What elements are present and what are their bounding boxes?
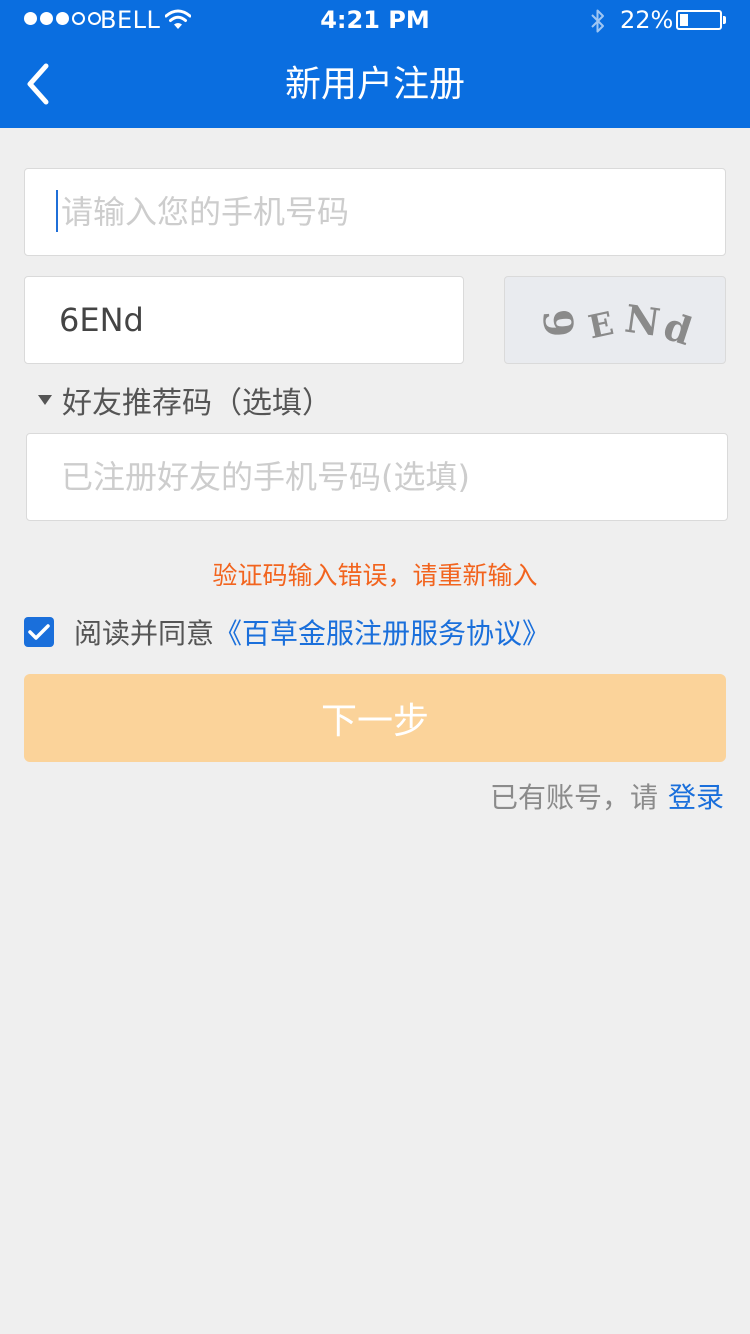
checkmark-icon <box>28 624 50 640</box>
referral-field[interactable] <box>26 433 728 521</box>
captcha-char: N <box>622 296 663 345</box>
agreement-prefix: 阅读并同意 <box>74 617 215 650</box>
login-prompt: 已有账号，请 登录 <box>490 776 724 816</box>
captcha-input[interactable] <box>25 277 463 363</box>
battery-icon <box>676 10 726 30</box>
next-step-button[interactable]: 下一步 <box>24 674 726 762</box>
text-caret <box>56 190 58 232</box>
captcha-char: d <box>658 303 697 354</box>
captcha-field[interactable] <box>24 276 464 364</box>
phone-input[interactable] <box>25 169 725 255</box>
phone-field[interactable] <box>24 168 726 256</box>
login-link[interactable]: 登录 <box>668 776 724 816</box>
error-message: 验证码输入错误，请重新输入 <box>212 561 538 590</box>
captcha-char: E <box>585 304 617 346</box>
agree-checkbox[interactable] <box>24 617 54 647</box>
referral-toggle-label: 好友推荐码（选填） <box>62 386 332 421</box>
battery-level-fill <box>680 14 688 26</box>
referral-input[interactable] <box>27 434 727 520</box>
captcha-image[interactable]: 6 E N d <box>504 276 726 364</box>
bluetooth-icon <box>591 9 604 33</box>
agreement-row: 阅读并同意 《百草金服注册服务协议》 <box>24 612 550 652</box>
battery-percent: 22% <box>620 6 674 34</box>
top-bar: BELL 4:21 PM 22% 新用户注册 <box>0 0 750 128</box>
page-title: 新用户注册 <box>284 64 465 105</box>
referral-toggle[interactable]: 好友推荐码（选填） <box>38 380 332 421</box>
login-prompt-text: 已有账号，请 <box>489 781 658 814</box>
agreement-link[interactable]: 《百草金服注册服务协议》 <box>214 612 550 652</box>
triangle-down-icon <box>38 395 52 405</box>
status-bar: BELL 4:21 PM 22% <box>0 0 750 40</box>
captcha-char: 6 <box>535 307 584 339</box>
captcha-glyphs: 6 E N d <box>535 296 698 354</box>
